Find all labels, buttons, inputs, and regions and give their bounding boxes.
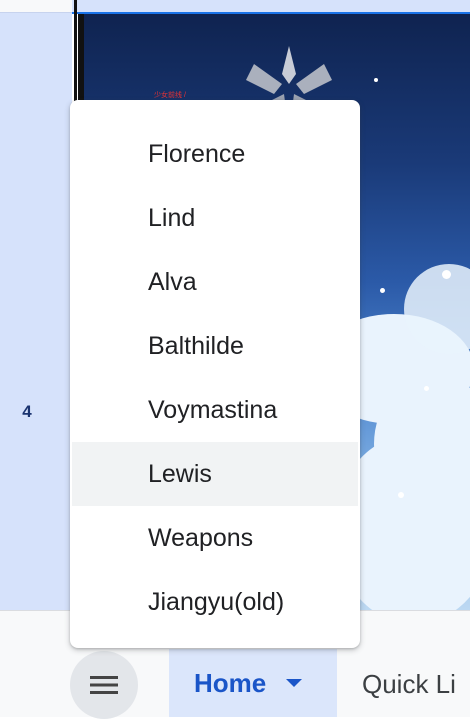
caret-down-icon[interactable] [286,679,303,687]
menu-item-balthilde[interactable]: Balthilde [70,314,360,378]
menu-item-florence[interactable]: Florence [70,122,360,186]
all-sheets-button[interactable] [70,651,138,719]
menu-item-voymastina[interactable]: Voymastina [70,378,360,442]
tab-quick-links[interactable]: Quick Li [362,669,456,700]
tab-home-label: Home [194,667,267,698]
row-number[interactable]: 4 [0,402,54,422]
column-header-strip[interactable] [72,0,470,14]
menu-item-alva[interactable]: Alva [70,250,360,314]
menu-item-jiangyu-old[interactable]: Jiangyu(old) [70,570,360,634]
row-header-column: 4 [0,0,72,610]
hamburger-menu-icon [90,676,118,694]
menu-item-lewis[interactable]: Lewis [72,442,358,506]
menu-item-lind[interactable]: Lind [70,186,360,250]
sheet-dropdown-menu: Florence Lind Alva Balthilde Voymastina … [70,100,360,648]
tab-home[interactable]: Home [169,649,337,717]
image-caption: 少女前线 / [154,92,186,99]
corner-cell[interactable] [0,0,72,13]
menu-item-weapons[interactable]: Weapons [70,506,360,570]
